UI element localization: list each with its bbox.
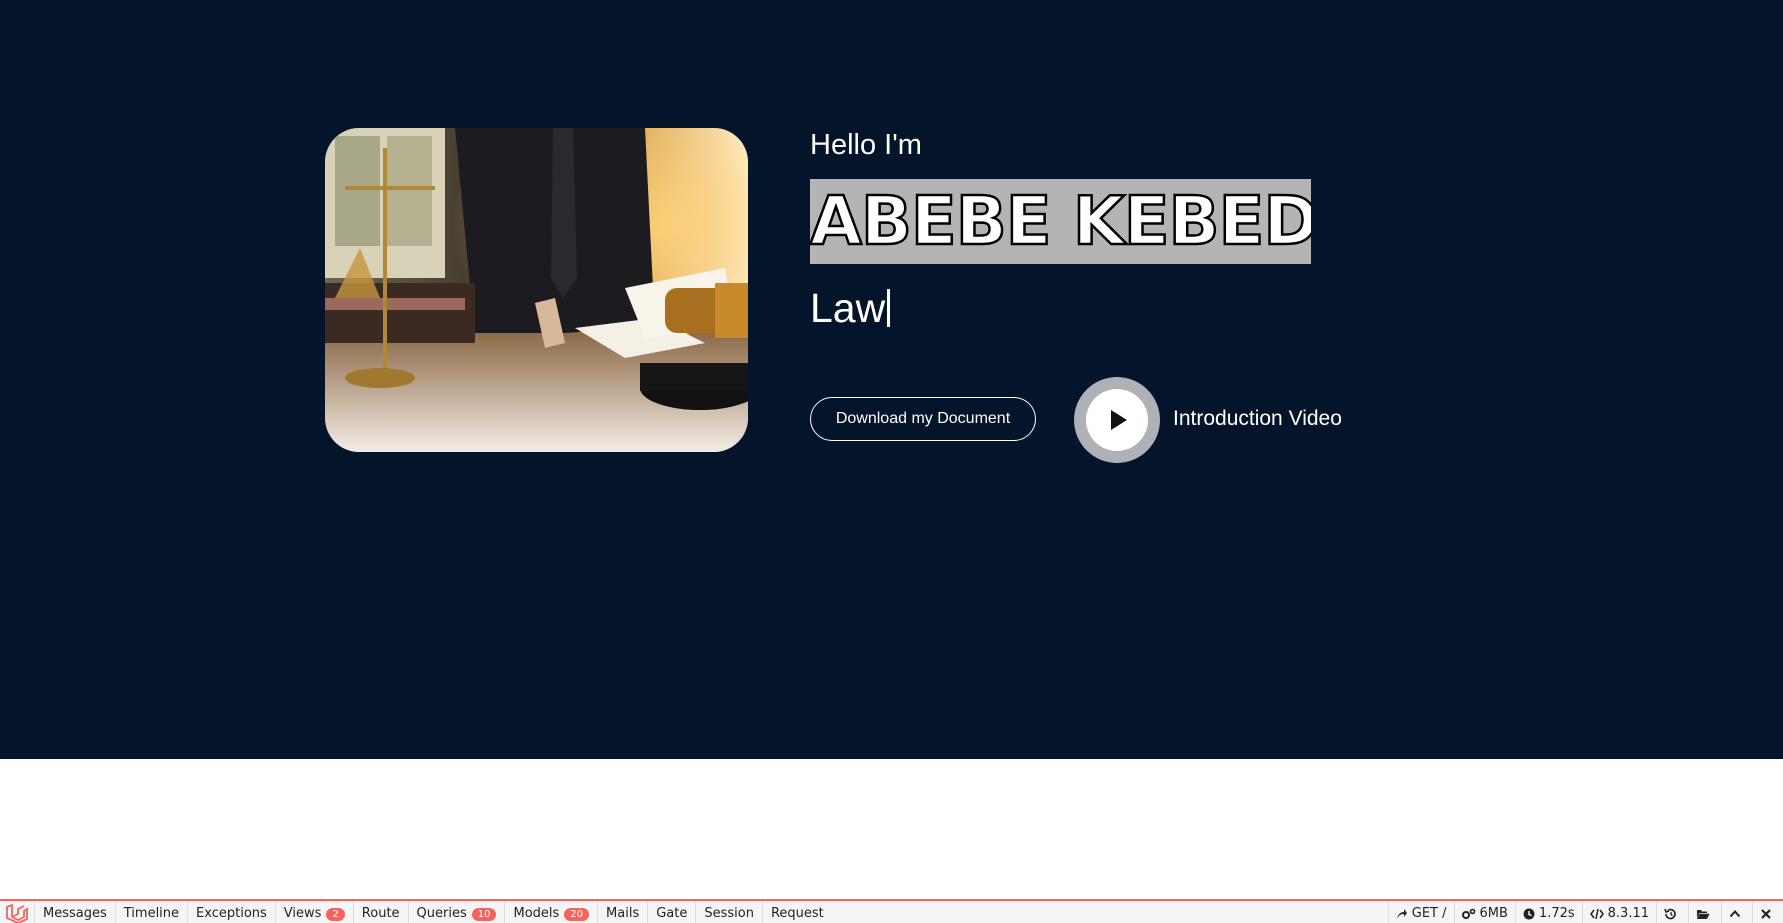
folder-open-icon [1697,910,1710,919]
debug-tab-views[interactable]: Views 2 [274,901,353,923]
name-highlight: ABEBE KEBEDE [810,179,1311,264]
debug-right-tools: GET / 6MB 1.72s 8.3.11 [1387,901,1783,923]
debug-tab-messages[interactable]: Messages [34,901,115,923]
chevron-up-icon [1729,910,1741,918]
tab-label: Gate [656,906,688,921]
count-badge: 10 [471,907,497,921]
history-button[interactable] [1656,901,1688,923]
cogs-icon [1461,908,1475,919]
request-duration[interactable]: 1.72s [1514,901,1582,923]
debug-tab-session[interactable]: Session [695,901,762,923]
debug-tabs: Messages Timeline Exceptions Views 2 Rout… [34,901,832,923]
introduction-video-link[interactable]: Introduction Video [1173,406,1342,432]
play-video-button[interactable] [1074,377,1160,463]
php-version[interactable]: 8.3.11 [1581,901,1656,923]
role-text: Law [810,284,891,332]
tab-label: Session [704,906,754,921]
memory-usage[interactable]: 6MB [1453,901,1515,923]
debug-tab-exceptions[interactable]: Exceptions [187,901,275,923]
history-icon [1664,908,1676,920]
tab-label: Request [770,906,824,921]
tab-label: Route [361,906,400,921]
debug-tab-gate[interactable]: Gate [647,901,695,923]
memory-label: 6MB [1479,906,1508,921]
person-name: ABEBE KEBEDE [810,182,1311,261]
tab-label: Mails [606,906,640,921]
tab-label: Timeline [123,906,180,921]
debug-tab-timeline[interactable]: Timeline [114,901,187,923]
request-method-label: GET / [1411,906,1447,921]
tab-label: Queries [416,906,467,921]
close-button[interactable] [1752,901,1783,923]
role-word: Law [810,285,886,331]
download-document-button[interactable]: Download my Document [810,397,1036,441]
typing-cursor [887,289,891,327]
greeting-text: Hello I'm [810,129,922,161]
hero-photo [325,128,748,452]
close-icon [1761,909,1771,919]
clock-icon [1523,908,1535,920]
debug-tab-request[interactable]: Request [761,901,832,923]
debug-tab-models[interactable]: Models 20 [504,901,597,923]
play-button-inner [1086,389,1148,451]
count-badge: 20 [564,907,590,921]
php-version-label: 8.3.11 [1607,906,1649,921]
debug-bar: Messages Timeline Exceptions Views 2 Rout… [0,899,1783,923]
debug-tab-route[interactable]: Route [352,901,408,923]
debug-tab-queries[interactable]: Queries 10 [407,901,505,923]
open-folder-button[interactable] [1688,901,1721,923]
laravel-logo-icon[interactable] [4,903,30,923]
count-badge: 2 [326,907,345,921]
code-icon [1589,908,1604,920]
share-arrow-icon [1396,909,1407,919]
tab-label: Views [283,906,322,921]
tab-label: Exceptions [196,906,267,921]
request-method[interactable]: GET / [1387,901,1454,923]
hero-section: Hello I'm ABEBE KEBEDE Law Download my D… [0,0,1783,759]
play-icon [1111,410,1127,430]
duration-label: 1.72s [1538,906,1575,921]
tab-label: Messages [43,906,107,921]
minimize-button[interactable] [1721,901,1752,923]
debug-tab-mails[interactable]: Mails [597,901,647,923]
tab-label: Models [513,906,560,921]
